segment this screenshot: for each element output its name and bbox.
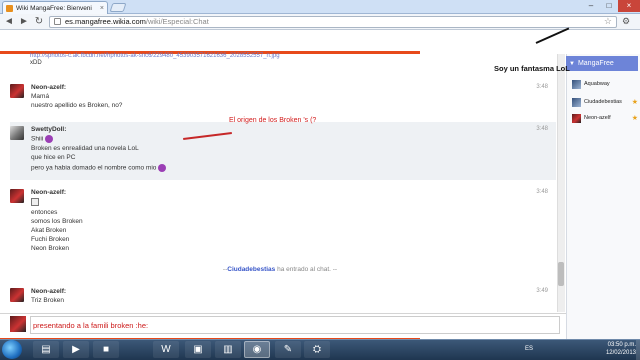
maximize-button[interactable]: □	[600, 0, 618, 12]
user-name: Aquabway	[584, 81, 610, 87]
paint-icon[interactable]: ✎	[275, 341, 301, 358]
message-line: Akat Broken	[31, 227, 67, 234]
browser-tab[interactable]: Wiki MangaFree: Bienveni ×	[2, 1, 108, 14]
navigation-bar: ◄ ► ↻ es.mangafree.wikia.com/wiki/Especi…	[0, 14, 640, 30]
clock-time: 03:50 p.m.	[607, 342, 636, 348]
folder-icon[interactable]: ▥	[215, 341, 241, 358]
message-line: Triz Broken	[31, 297, 64, 304]
explorer-icon[interactable]: ▤	[33, 341, 59, 358]
emoticon-icon	[158, 164, 167, 172]
message-line: entonces	[31, 209, 58, 216]
wikia-favicon-icon	[6, 4, 13, 12]
address-bar[interactable]: es.mangafree.wikia.com/wiki/Especial:Cha…	[49, 15, 617, 28]
system-user[interactable]: Ciudadebestias	[227, 266, 275, 273]
message-time: 3:48	[536, 126, 548, 132]
minimize-button[interactable]: –	[582, 0, 600, 12]
message-author[interactable]: SwettyDoll:	[31, 126, 66, 133]
reload-icon[interactable]: ↻	[34, 16, 44, 27]
user-avatar	[572, 113, 581, 123]
network-icon[interactable]: ⛭	[304, 341, 330, 358]
system-message: --Ciudadebestias ha entrado al chat. --	[0, 266, 560, 273]
room-header[interactable]: ▼ MangaFree	[566, 56, 638, 71]
chat-scrollbar-thumb[interactable]	[558, 262, 564, 286]
user-avatar	[572, 79, 581, 89]
user-avatar	[572, 97, 581, 107]
wrench-icon[interactable]: ⚙	[622, 16, 630, 27]
message-time: 3:49	[536, 288, 548, 294]
message-author[interactable]: Neon-azelf:	[31, 288, 66, 295]
message-time: 3:48	[536, 84, 548, 90]
message-line: Neon Broken	[31, 245, 69, 252]
chat-message: Neon-azelf: 3:48 entonces somos los Brok…	[10, 189, 556, 255]
message-line: somos los Broken	[31, 218, 83, 225]
clipped-text: xDD	[30, 60, 42, 66]
forward-icon[interactable]: ►	[19, 16, 29, 27]
clock-date: 12/02/2013	[605, 350, 636, 356]
media-player-icon[interactable]: ▶	[63, 341, 89, 358]
user-name: Ciudadebestias	[584, 99, 622, 105]
start-button[interactable]	[2, 340, 22, 359]
chat-input[interactable]	[30, 316, 560, 334]
clipped-link[interactable]: http://sphotos-c.ak.fbcdn.net/hphotos-ak…	[30, 53, 280, 66]
clock[interactable]: 03:50 p.m. 12/02/2013	[598, 341, 636, 357]
message-line: Shiii	[31, 135, 44, 143]
sticker-icon	[31, 198, 39, 206]
user-name: Neon-azelf	[584, 115, 611, 121]
message-author[interactable]: Neon-azelf:	[31, 84, 66, 91]
close-window-button[interactable]: ×	[618, 0, 640, 12]
photos-icon[interactable]: ▣	[185, 341, 211, 358]
word-icon[interactable]: W	[153, 341, 179, 358]
message-author[interactable]: Neon-azelf:	[31, 189, 66, 196]
annotation-ghost: Soy un fantasma LoL	[494, 64, 570, 73]
avatar[interactable]	[10, 288, 24, 302]
avatar[interactable]	[10, 84, 24, 98]
back-icon[interactable]: ◄	[4, 16, 14, 27]
message-line: Fuchi Broken	[31, 236, 70, 243]
chat-message: Neon-azelf: 3:49 Triz Broken	[10, 288, 556, 310]
image-link[interactable]: http://sphotos-c.ak.fbcdn.net/hphotos-ak…	[30, 53, 280, 59]
chrome-icon[interactable]: ◉	[244, 341, 270, 358]
url-host: es.mangafree.wikia.com	[65, 17, 146, 26]
system-text: ha entrado al chat. --	[275, 266, 338, 273]
page-icon	[54, 18, 61, 25]
message-line: que hice en PC	[31, 154, 76, 161]
user-list-item[interactable]: Ciudadebestias ★	[572, 97, 638, 107]
star-icon: ★	[631, 99, 638, 106]
message-line: nuestro apellido es Broken, no?	[31, 102, 123, 109]
language-indicator[interactable]: ES	[525, 346, 533, 352]
media-icon[interactable]: ■	[93, 341, 119, 358]
star-icon: ★	[631, 115, 638, 122]
emoticon-icon	[45, 135, 54, 143]
room-name: MangaFree	[577, 60, 614, 67]
message-time: 3:48	[536, 189, 548, 195]
chat-message: SwettyDoll: 3:48 Shiii Broken es enreali…	[10, 122, 556, 180]
bookmark-star-icon[interactable]: ☆	[604, 16, 612, 27]
self-avatar	[10, 316, 26, 332]
chat-message: Neon-azelf: 3:48 Mamá nuestro apellido e…	[10, 84, 556, 114]
message-line: Mamá	[31, 93, 50, 100]
message-line: Broken es enrealidad una novela LoL	[31, 145, 139, 152]
tab-title: Wiki MangaFree: Bienveni	[16, 4, 92, 12]
message-line: pero ya habia domado el nombre como mio	[31, 164, 157, 172]
avatar[interactable]	[10, 126, 24, 140]
url-path: /wiki/Especial:Chat	[145, 17, 209, 26]
avatar[interactable]	[10, 189, 24, 203]
user-list-item[interactable]: Neon-azelf ★	[572, 113, 638, 123]
tab-close-icon[interactable]: ×	[100, 5, 104, 12]
show-desktop-button[interactable]	[636, 340, 640, 360]
user-list-item[interactable]: Aquabway	[572, 79, 638, 89]
annotation-origin: El origen de los Broken 's (?	[229, 117, 317, 124]
